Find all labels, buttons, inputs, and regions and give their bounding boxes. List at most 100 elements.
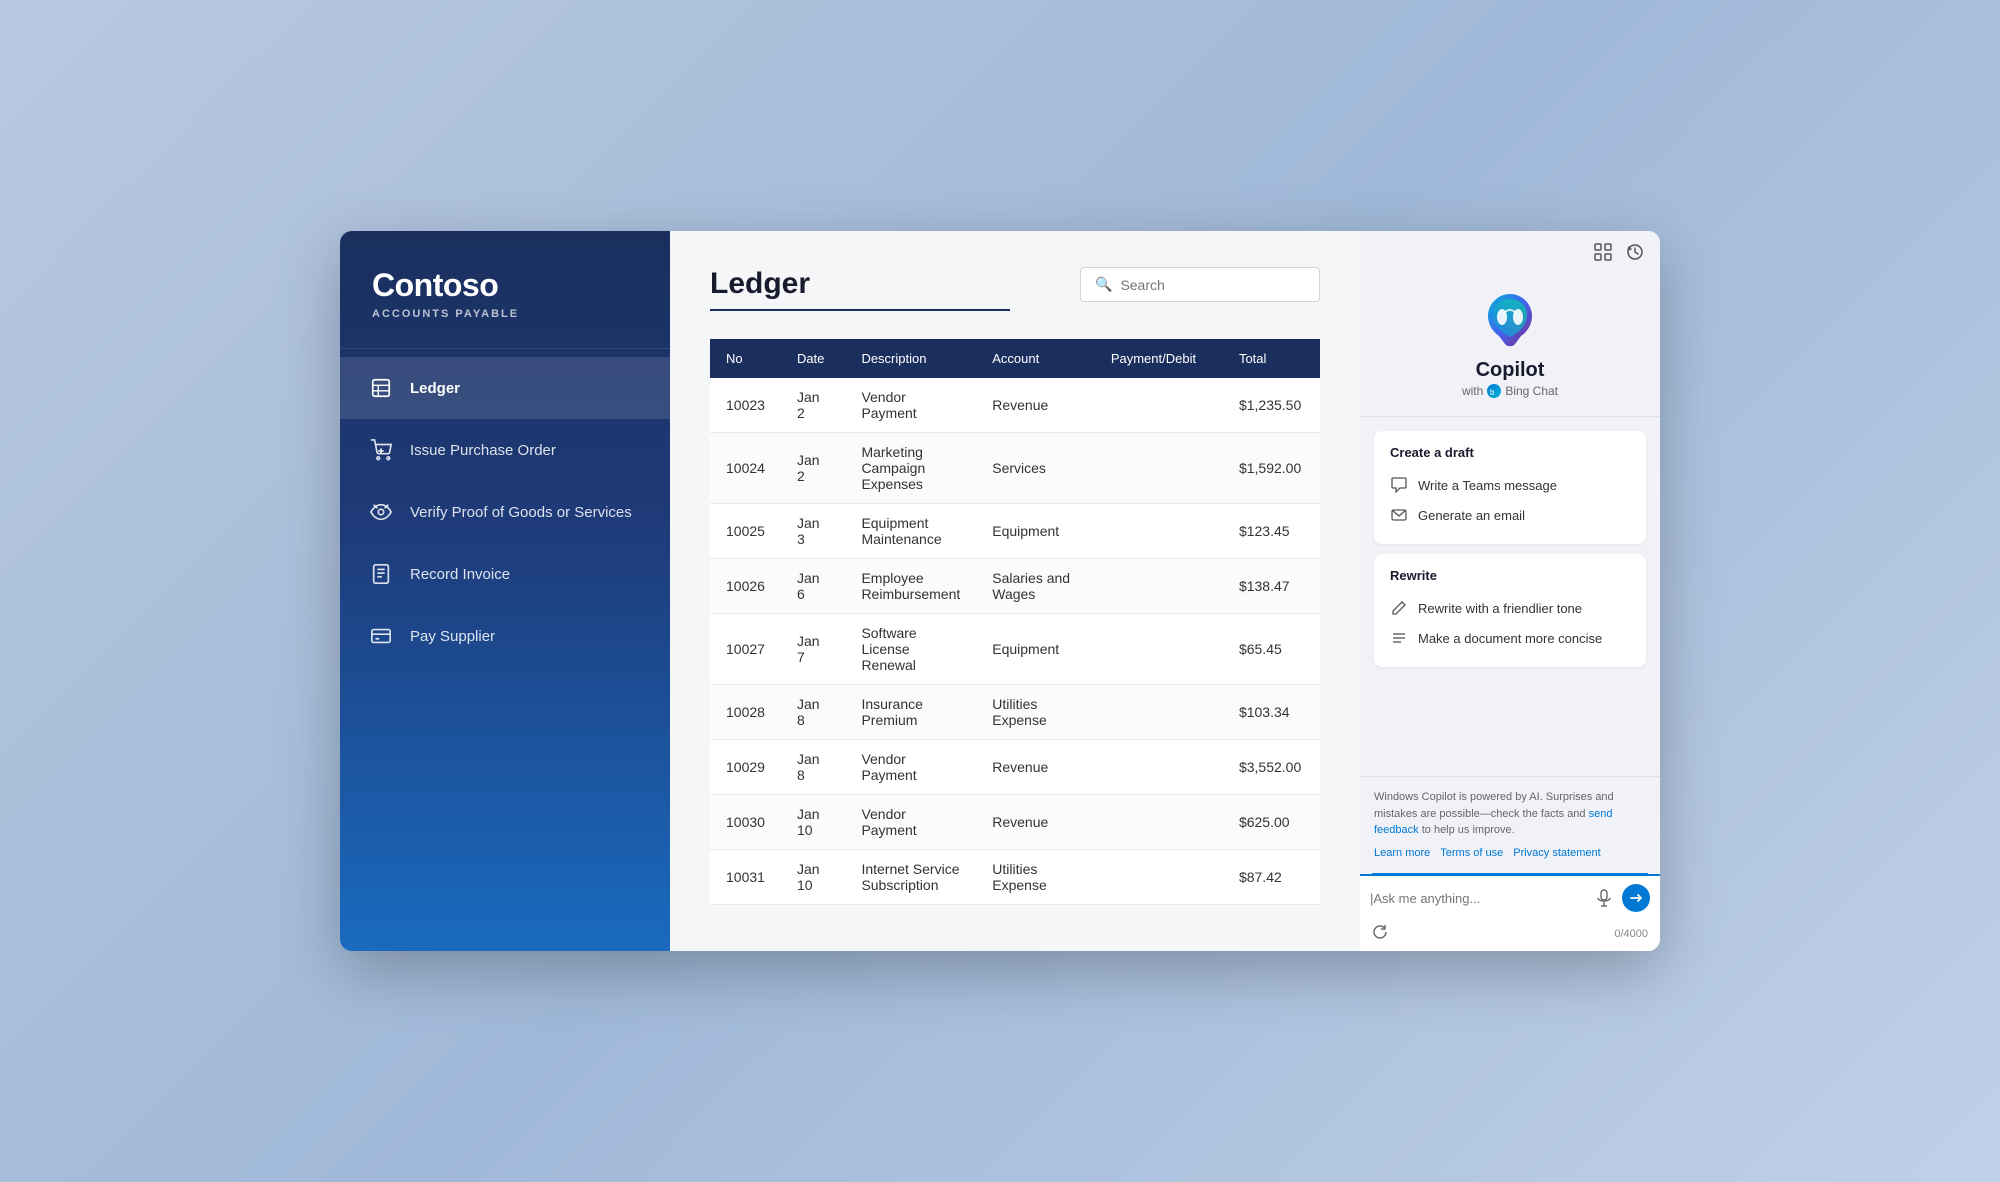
cell-td-payment <box>1095 850 1223 905</box>
col-no: No <box>710 339 781 378</box>
eye-icon <box>368 499 394 525</box>
privacy-link[interactable]: Privacy statement <box>1513 845 1600 862</box>
copilot-with-text: with b Bing Chat <box>1462 384 1558 398</box>
cell-td-desc: Software License Renewal <box>845 614 976 685</box>
generate-email-label: Generate an email <box>1418 508 1525 523</box>
copilot-section-create-draft: Create a draft Write a Teams message <box>1374 431 1646 544</box>
grid-icon[interactable] <box>1592 241 1614 263</box>
table-row[interactable]: 10030Jan 10Vendor PaymentRevenue$625.00 <box>710 795 1320 850</box>
friendlier-tone-action[interactable]: Rewrite with a friendlier tone <box>1390 593 1630 623</box>
rewrite-title: Rewrite <box>1390 568 1630 583</box>
sidebar-item-verify-label: Verify Proof of Goods or Services <box>410 504 632 521</box>
cell-td-date: Jan 8 <box>781 740 846 795</box>
sidebar-item-pay-supplier[interactable]: Pay Supplier <box>340 605 670 667</box>
copilot-topbar <box>1360 231 1660 273</box>
mic-icon[interactable] <box>1594 888 1614 908</box>
teams-message-label: Write a Teams message <box>1418 478 1557 493</box>
main-content: Ledger 🔍 No Date Description Account Pay… <box>670 231 1360 951</box>
chat-icon <box>1390 476 1408 494</box>
terms-link[interactable]: Terms of use <box>1440 845 1503 862</box>
cell-td-no: 10023 <box>710 378 781 433</box>
copilot-footer-links: Learn more Terms of use Privacy statemen… <box>1374 845 1646 862</box>
cell-td-desc: Vendor Payment <box>845 740 976 795</box>
cell-td-total: $138.47 <box>1223 559 1320 614</box>
footer-text: Windows Copilot is powered by AI. Surpri… <box>1374 791 1614 820</box>
cell-td-account: Services <box>976 433 1095 504</box>
table-row[interactable]: 10024Jan 2Marketing Campaign ExpensesSer… <box>710 433 1320 504</box>
copilot-body: Create a draft Write a Teams message <box>1360 417 1660 776</box>
cell-td-no: 10028 <box>710 685 781 740</box>
sidebar-item-ledger[interactable]: Ledger <box>340 357 670 419</box>
sidebar-nav: Ledger Issue Purchase Order <box>340 349 670 951</box>
cell-td-account: Utilities Expense <box>976 685 1095 740</box>
cell-td-no: 10031 <box>710 850 781 905</box>
copilot-panel: Copilot with b Bing Chat Create a draft <box>1360 231 1660 951</box>
page-header: Ledger 🔍 <box>710 267 1320 311</box>
cell-td-date: Jan 3 <box>781 504 846 559</box>
copilot-name: Copilot <box>1476 359 1545 382</box>
cell-td-total: $1,592.00 <box>1223 433 1320 504</box>
cell-td-total: $123.45 <box>1223 504 1320 559</box>
cell-td-date: Jan 2 <box>781 433 846 504</box>
col-payment-debit: Payment/Debit <box>1095 339 1223 378</box>
table-row[interactable]: 10023Jan 2Vendor PaymentRevenue$1,235.50 <box>710 378 1320 433</box>
page-title: Ledger <box>710 267 1010 301</box>
cell-td-total: $3,552.00 <box>1223 740 1320 795</box>
cell-td-no: 10027 <box>710 614 781 685</box>
cell-td-no: 10024 <box>710 433 781 504</box>
cell-td-no: 10029 <box>710 740 781 795</box>
char-count: 0/4000 <box>1614 928 1648 940</box>
cell-td-payment <box>1095 559 1223 614</box>
sidebar-item-verify[interactable]: Verify Proof of Goods or Services <box>340 481 670 543</box>
table-row[interactable]: 10031Jan 10Internet Service Subscription… <box>710 850 1320 905</box>
copilot-ask-input[interactable] <box>1370 891 1586 906</box>
ledger-table: No Date Description Account Payment/Debi… <box>710 339 1320 905</box>
sidebar-logo: Contoso <box>372 267 638 304</box>
write-teams-message-action[interactable]: Write a Teams message <box>1390 470 1630 500</box>
main-inner: Ledger 🔍 No Date Description Account Pay… <box>670 231 1360 951</box>
cell-td-account: Salaries and Wages <box>976 559 1095 614</box>
sidebar-item-issue-po[interactable]: Issue Purchase Order <box>340 419 670 481</box>
more-concise-label: Make a document more concise <box>1418 631 1602 646</box>
cell-td-payment <box>1095 795 1223 850</box>
ledger-icon <box>368 375 394 401</box>
search-box[interactable]: 🔍 <box>1080 267 1320 302</box>
cell-td-account: Equipment <box>976 614 1095 685</box>
table-header: No Date Description Account Payment/Debi… <box>710 339 1320 378</box>
cell-td-payment <box>1095 378 1223 433</box>
generate-email-action[interactable]: Generate an email <box>1390 500 1630 530</box>
cell-td-date: Jan 6 <box>781 559 846 614</box>
table-row[interactable]: 10028Jan 8Insurance PremiumUtilities Exp… <box>710 685 1320 740</box>
table-row[interactable]: 10027Jan 7Software License RenewalEquipm… <box>710 614 1320 685</box>
copilot-header: Copilot with b Bing Chat <box>1360 273 1660 417</box>
payment-icon <box>368 623 394 649</box>
table-row[interactable]: 10026Jan 6Employee ReimbursementSalaries… <box>710 559 1320 614</box>
refresh-icon[interactable] <box>1372 924 1388 943</box>
cell-td-account: Revenue <box>976 378 1095 433</box>
sidebar-item-po-label: Issue Purchase Order <box>410 442 556 459</box>
cell-td-total: $65.45 <box>1223 614 1320 685</box>
sidebar-item-record-invoice[interactable]: Record Invoice <box>340 543 670 605</box>
cell-td-total: $1,235.50 <box>1223 378 1320 433</box>
cell-td-desc: Marketing Campaign Expenses <box>845 433 976 504</box>
history-icon[interactable] <box>1624 241 1646 263</box>
cell-td-desc: Equipment Maintenance <box>845 504 976 559</box>
send-button[interactable] <box>1622 884 1650 912</box>
learn-more-link[interactable]: Learn more <box>1374 845 1430 862</box>
sidebar-item-ledger-label: Ledger <box>410 380 460 397</box>
cell-td-total: $87.42 <box>1223 850 1320 905</box>
more-concise-action[interactable]: Make a document more concise <box>1390 623 1630 653</box>
friendlier-tone-label: Rewrite with a friendlier tone <box>1418 601 1582 616</box>
sidebar-header: Contoso ACCOUNTS PAYABLE <box>340 231 670 349</box>
table-row[interactable]: 10025Jan 3Equipment MaintenanceEquipment… <box>710 504 1320 559</box>
cell-td-desc: Vendor Payment <box>845 378 976 433</box>
cell-td-payment <box>1095 504 1223 559</box>
table-row[interactable]: 10029Jan 8Vendor PaymentRevenue $3,552.00 <box>710 740 1320 795</box>
cell-td-payment <box>1095 614 1223 685</box>
col-date: Date <box>781 339 846 378</box>
cell-td-total: $625.00 <box>1223 795 1320 850</box>
cell-td-account: Revenue <box>976 740 1095 795</box>
copilot-logo-icon <box>1480 289 1540 349</box>
cell-td-account: Utilities Expense <box>976 850 1095 905</box>
search-input[interactable] <box>1120 277 1305 293</box>
